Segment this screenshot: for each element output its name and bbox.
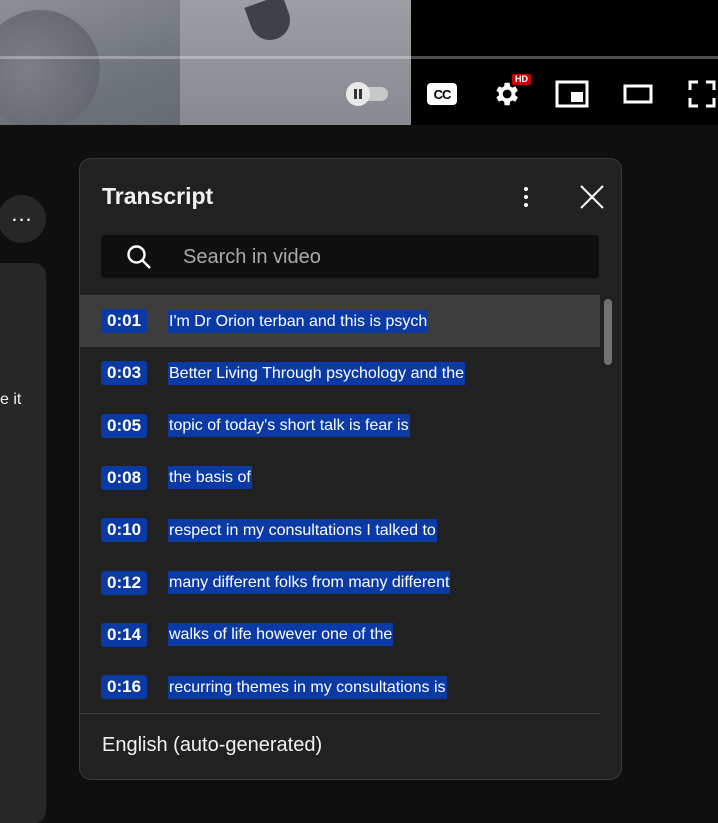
fullscreen-icon: [688, 80, 716, 108]
segment-text: recurring themes in my consultations is: [168, 675, 447, 699]
scrollbar-thumb[interactable]: [604, 299, 612, 365]
panel-title: Transcript: [102, 183, 214, 209]
cc-icon: CC: [427, 83, 457, 105]
more-horiz-icon: ...: [11, 201, 33, 226]
segment-text: respect in my consultations I talked to: [168, 518, 437, 542]
segment-text: many different folks from many different: [168, 571, 451, 594]
transcript-segment[interactable]: 0:03 Better Living Through psychology and…: [80, 347, 600, 399]
transcript-segment[interactable]: 0:05 topic of today's short talk is fear …: [80, 400, 600, 452]
miniplayer-icon: [555, 80, 589, 108]
segment-timestamp: 0:03: [101, 361, 148, 386]
more-actions-button[interactable]: ...: [0, 195, 46, 243]
autoplay-toggle[interactable]: [346, 76, 392, 112]
segment-text: topic of today's short talk is fear is: [168, 414, 410, 438]
miniplayer-button[interactable]: [552, 76, 592, 112]
search-box: [101, 235, 599, 280]
transcript-segment[interactable]: 0:08 the basis of: [80, 452, 600, 504]
transcript-segment[interactable]: 0:16 recurring themes in my consultations…: [80, 661, 600, 713]
transcript-list: 0:01 I'm Dr Orion terban and this is psyc…: [80, 295, 600, 713]
player-controls: CC HD: [340, 68, 718, 120]
language-selector[interactable]: English (auto-generated): [102, 734, 322, 757]
segment-timestamp: 0:05: [101, 413, 148, 438]
subtitles-button[interactable]: CC: [424, 76, 460, 112]
theater-mode-icon: [623, 84, 653, 104]
transcript-segment[interactable]: 0:01 I'm Dr Orion terban and this is psyc…: [80, 295, 600, 347]
segment-timestamp: 0:08: [101, 465, 148, 490]
segment-timestamp: 0:12: [101, 570, 148, 595]
progress-bar[interactable]: [0, 56, 718, 59]
segment-timestamp: 0:16: [101, 675, 148, 700]
search-icon: [127, 245, 151, 269]
close-button[interactable]: [576, 181, 608, 213]
search-input[interactable]: [181, 235, 585, 280]
segment-text: walks of life however one of the: [168, 623, 394, 647]
segment-text: the basis of: [168, 466, 252, 490]
hd-badge: HD: [512, 74, 531, 85]
description-card: [0, 263, 46, 823]
divider: [80, 713, 600, 714]
segment-timestamp: 0:10: [101, 518, 148, 543]
segment-timestamp: 0:01: [101, 309, 148, 333]
fullscreen-button[interactable]: [682, 76, 718, 112]
close-icon: [580, 185, 604, 209]
transcript-panel: Transcript 0:01 I'm Dr Orion terban and t…: [79, 158, 622, 780]
segment-text: I'm Dr Orion terban and this is psych: [168, 309, 429, 333]
transcript-segment[interactable]: 0:10 respect in my consultations I talked…: [80, 504, 600, 556]
transcript-segment[interactable]: 0:12 many different folks from many diffe…: [80, 557, 600, 609]
segment-text: Better Living Through psychology and the: [168, 361, 466, 385]
segment-timestamp: 0:14: [101, 622, 148, 647]
description-text-fragment: e it: [0, 391, 22, 408]
more-vert-icon[interactable]: [514, 183, 538, 211]
transcript-segment[interactable]: 0:14 walks of life however one of the: [80, 609, 600, 661]
pause-toggle-icon: [346, 82, 370, 106]
theater-mode-button[interactable]: [618, 76, 658, 112]
video-subject: [0, 10, 100, 125]
